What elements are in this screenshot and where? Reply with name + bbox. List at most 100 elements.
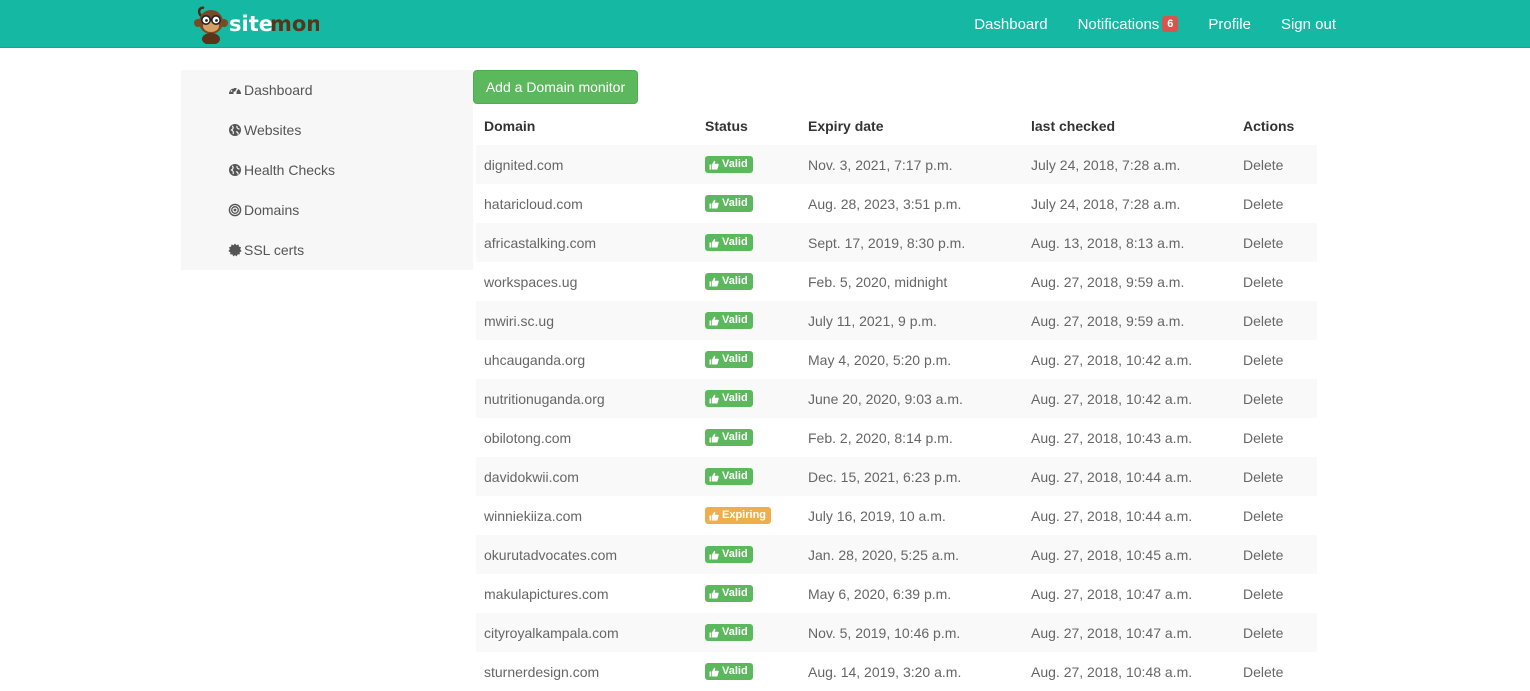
delete-link[interactable]: Delete — [1243, 235, 1283, 251]
delete-link[interactable]: Delete — [1243, 313, 1283, 329]
domain-cell: davidokwii.com — [484, 468, 579, 485]
domain-cell: nutritionuganda.org — [484, 390, 605, 407]
delete-link[interactable]: Delete — [1243, 625, 1283, 641]
sidebar-item-label: Health Checks — [244, 162, 336, 178]
expiry-date-cell: July 11, 2021, 9 p.m. — [808, 312, 937, 329]
last-checked-cell: Aug. 27, 2018, 9:59 a.m. — [1031, 312, 1185, 329]
add-domain-monitor-button[interactable]: Add a Domain monitor — [473, 70, 638, 104]
last-checked-cell: Aug. 27, 2018, 10:44 a.m. — [1031, 507, 1193, 524]
delete-link[interactable]: Delete — [1243, 196, 1283, 212]
delete-link[interactable]: Delete — [1243, 586, 1283, 602]
delete-link[interactable]: Delete — [1243, 508, 1283, 524]
table-row: hataricloud.com Valid Aug. 28, 2023, 3:51 … — [476, 184, 1317, 223]
table-header: Domain Status Expiry date last checked A… — [476, 106, 1317, 145]
actions-cell: Delete — [1235, 313, 1317, 329]
status-badge: Valid — [705, 351, 753, 368]
delete-link[interactable]: Delete — [1243, 664, 1283, 680]
thumbs-up-icon — [709, 199, 722, 209]
top-navbar: site monki Dashboard Notifications 6 Pro… — [0, 0, 1530, 48]
nav-sign-out-link[interactable]: Sign out — [1281, 16, 1336, 33]
expiry-date-cell: Dec. 15, 2021, 6:23 p.m. — [808, 468, 962, 485]
thumbs-up-icon — [709, 394, 722, 404]
target-icon — [228, 203, 242, 217]
delete-link[interactable]: Delete — [1243, 430, 1283, 446]
sidebar-item-dashboard[interactable]: Dashboard — [228, 80, 313, 100]
actions-cell: Delete — [1235, 664, 1317, 680]
thumbs-up-icon — [709, 433, 722, 443]
delete-link[interactable]: Delete — [1243, 547, 1283, 563]
table-row: dignited.com Valid Nov. 3, 2021, 7:17 p.m.… — [476, 145, 1317, 184]
status-cell: Valid — [697, 234, 800, 251]
header-domain: Domain — [484, 117, 536, 134]
domain-cell: workspaces.ug — [484, 273, 578, 290]
status-badge: Valid — [705, 429, 753, 446]
expiry-date-cell: Sept. 17, 2019, 8:30 p.m. — [808, 234, 966, 251]
notifications-count-badge: 6 — [1162, 16, 1179, 32]
status-badge: Valid — [705, 624, 753, 641]
sitemonki-logo[interactable]: site monki — [194, 2, 319, 44]
expiry-date-cell: Feb. 2, 2020, 8:14 p.m. — [808, 429, 953, 446]
sidebar-item-label: SSL certs — [244, 242, 305, 258]
sidebar-item-websites[interactable]: Websites — [228, 120, 301, 140]
actions-cell: Delete — [1235, 352, 1317, 368]
sidebar-item-ssl-certs[interactable]: SSL certs — [228, 240, 304, 260]
delete-link[interactable]: Delete — [1243, 274, 1283, 290]
delete-link[interactable]: Delete — [1243, 352, 1283, 368]
status-label: Valid — [722, 275, 748, 287]
sidebar-item-label: Dashboard — [244, 82, 313, 98]
actions-cell: Delete — [1235, 625, 1317, 641]
status-cell: Valid — [697, 273, 800, 290]
expiry-date-cell: June 20, 2020, 9:03 a.m. — [808, 390, 963, 407]
actions-cell: Delete — [1235, 469, 1317, 485]
domain-cell: dignited.com — [484, 156, 564, 173]
delete-link[interactable]: Delete — [1243, 469, 1283, 485]
delete-link[interactable]: Delete — [1243, 391, 1283, 407]
table-row: cityroyalkampala.com Valid Nov. 5, 2019, 1… — [476, 613, 1317, 652]
actions-cell: Delete — [1235, 586, 1317, 602]
actions-cell: Delete — [1235, 547, 1317, 563]
status-label: Expiring — [722, 509, 767, 521]
table-row: winniekiiza.com Expiring July 16, 2019, 10… — [476, 496, 1317, 535]
last-checked-cell: July 24, 2018, 7:28 a.m. — [1031, 156, 1181, 173]
status-label: Valid — [722, 314, 748, 326]
expiry-date-cell: July 16, 2019, 10 a.m. — [808, 507, 946, 524]
status-cell: Expiring — [697, 507, 800, 524]
globe-icon — [228, 123, 242, 137]
actions-cell: Delete — [1235, 508, 1317, 524]
svg-text:monki: monki — [270, 12, 319, 36]
status-cell: Valid — [697, 468, 800, 485]
actions-cell: Delete — [1235, 196, 1317, 212]
table-row: sturnerdesign.com Valid Aug. 14, 2019, 3:2… — [476, 652, 1317, 691]
header-last-checked: last checked — [1031, 117, 1116, 134]
thumbs-up-icon — [709, 550, 722, 560]
monkey-logo-icon: site monki — [194, 6, 319, 44]
domain-cell: makulapictures.com — [484, 585, 609, 602]
expiry-date-cell: Feb. 5, 2020, midnight — [808, 273, 948, 290]
domain-cell: mwiri.sc.ug — [484, 312, 555, 329]
thumbs-up-icon — [709, 316, 722, 326]
domain-cell: cityroyalkampala.com — [484, 624, 619, 641]
status-cell: Valid — [697, 429, 800, 446]
nav-dashboard-link[interactable]: Dashboard — [974, 16, 1047, 33]
status-cell: Valid — [697, 585, 800, 602]
status-badge: Expiring — [705, 507, 772, 524]
status-badge: Valid — [705, 585, 753, 602]
status-badge: Valid — [705, 312, 753, 329]
nav-notifications-link[interactable]: Notifications 6 — [1078, 16, 1179, 33]
table-row: africastalking.com Valid Sept. 17, 2019, 8… — [476, 223, 1317, 262]
sidebar-item-label: Websites — [244, 122, 302, 138]
expiry-date-cell: Nov. 3, 2021, 7:17 p.m. — [808, 156, 953, 173]
sidebar-item-domains[interactable]: Domains — [228, 200, 299, 220]
thumbs-up-icon — [709, 589, 722, 599]
status-cell: Valid — [697, 351, 800, 368]
status-label: Valid — [722, 431, 748, 443]
nav-links: Dashboard Notifications 6 Profile Sign o… — [944, 0, 1336, 48]
delete-link[interactable]: Delete — [1243, 157, 1283, 173]
status-label: Valid — [722, 353, 748, 365]
domain-cell: hataricloud.com — [484, 195, 583, 212]
header-expiry-date: Expiry date — [808, 117, 884, 134]
sidebar-item-health-checks[interactable]: Health Checks — [228, 160, 335, 180]
header-actions: Actions — [1243, 117, 1295, 134]
nav-profile-link[interactable]: Profile — [1208, 16, 1251, 33]
table-row: uhcauganda.org Valid May 4, 2020, 5:20 p.m… — [476, 340, 1317, 379]
